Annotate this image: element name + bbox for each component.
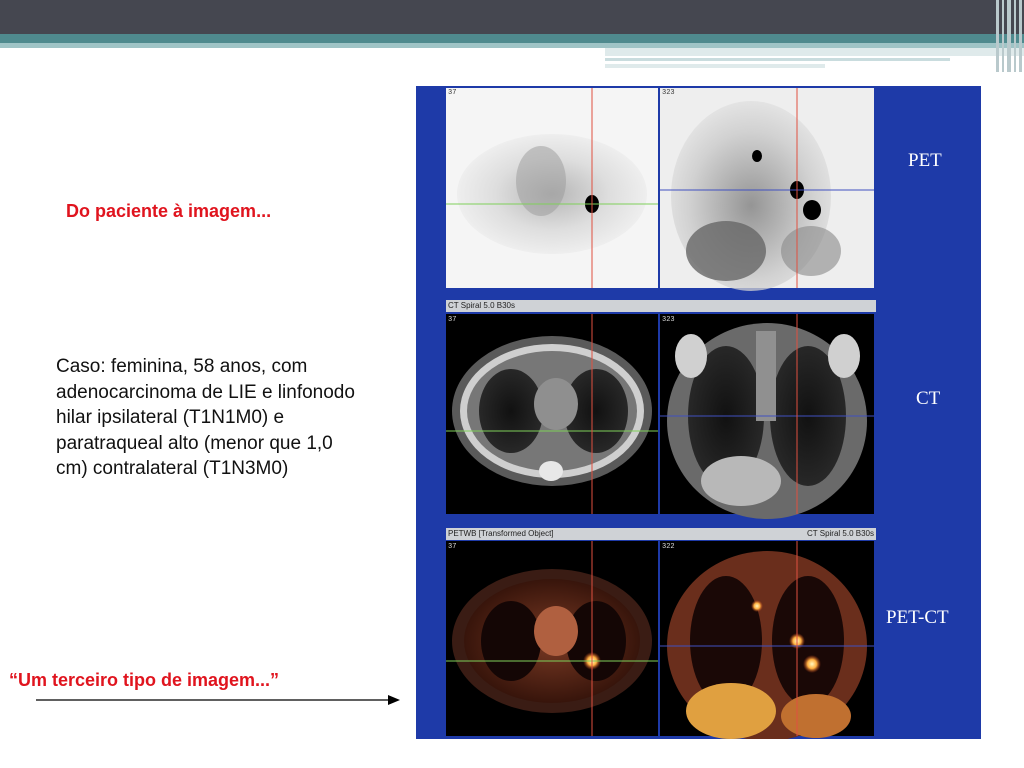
ct-coronal-image bbox=[660, 314, 874, 519]
slice-number: 37 bbox=[448, 543, 457, 551]
pet-coronal-image bbox=[660, 88, 874, 291]
scan-images bbox=[446, 88, 874, 739]
slice-number: 37 bbox=[448, 89, 457, 97]
case-description: Caso: feminina, 58 anos, com adenocarcin… bbox=[56, 356, 355, 479]
header-deco-line bbox=[605, 58, 950, 61]
slice-number: 322 bbox=[662, 543, 675, 551]
slice-number: 37 bbox=[448, 316, 457, 324]
ct-axial-image bbox=[446, 314, 658, 514]
image-info-strip: CT Spiral 5.0 B30s bbox=[446, 300, 876, 312]
row-label-pet: PET bbox=[908, 150, 942, 171]
pet-axial-image bbox=[446, 88, 658, 288]
strip-label: PETWB [Transformed Object] bbox=[448, 529, 554, 538]
teal-band bbox=[0, 34, 1024, 43]
quote-caption: “Um terceiro tipo de imagem...” bbox=[9, 670, 280, 690]
strip-label: CT Spiral 5.0 B30s bbox=[448, 301, 515, 310]
header-deco-line bbox=[605, 64, 825, 68]
row-label-ct: CT bbox=[916, 388, 941, 409]
slice-number: 323 bbox=[662, 89, 675, 97]
pet-ct-figure: 37 323 37 323 37 322 CT Spiral 5.0 B30s … bbox=[416, 86, 981, 739]
slice-number: 323 bbox=[662, 316, 675, 324]
pet-ct-axial-image bbox=[446, 541, 658, 736]
slide-heading: Do paciente à imagem... bbox=[66, 201, 272, 221]
row-label-pet-ct: PET-CT bbox=[886, 607, 949, 628]
top-bar bbox=[0, 0, 1024, 34]
header-deco-line bbox=[605, 48, 1024, 56]
corner-stripes bbox=[990, 0, 1024, 72]
strip-label: CT Spiral 5.0 B30s bbox=[807, 529, 874, 538]
right-arrow-icon bbox=[36, 695, 400, 705]
pet-ct-coronal-image bbox=[660, 541, 874, 739]
image-info-strip: PETWB [Transformed Object] CT Spiral 5.0… bbox=[446, 528, 876, 540]
